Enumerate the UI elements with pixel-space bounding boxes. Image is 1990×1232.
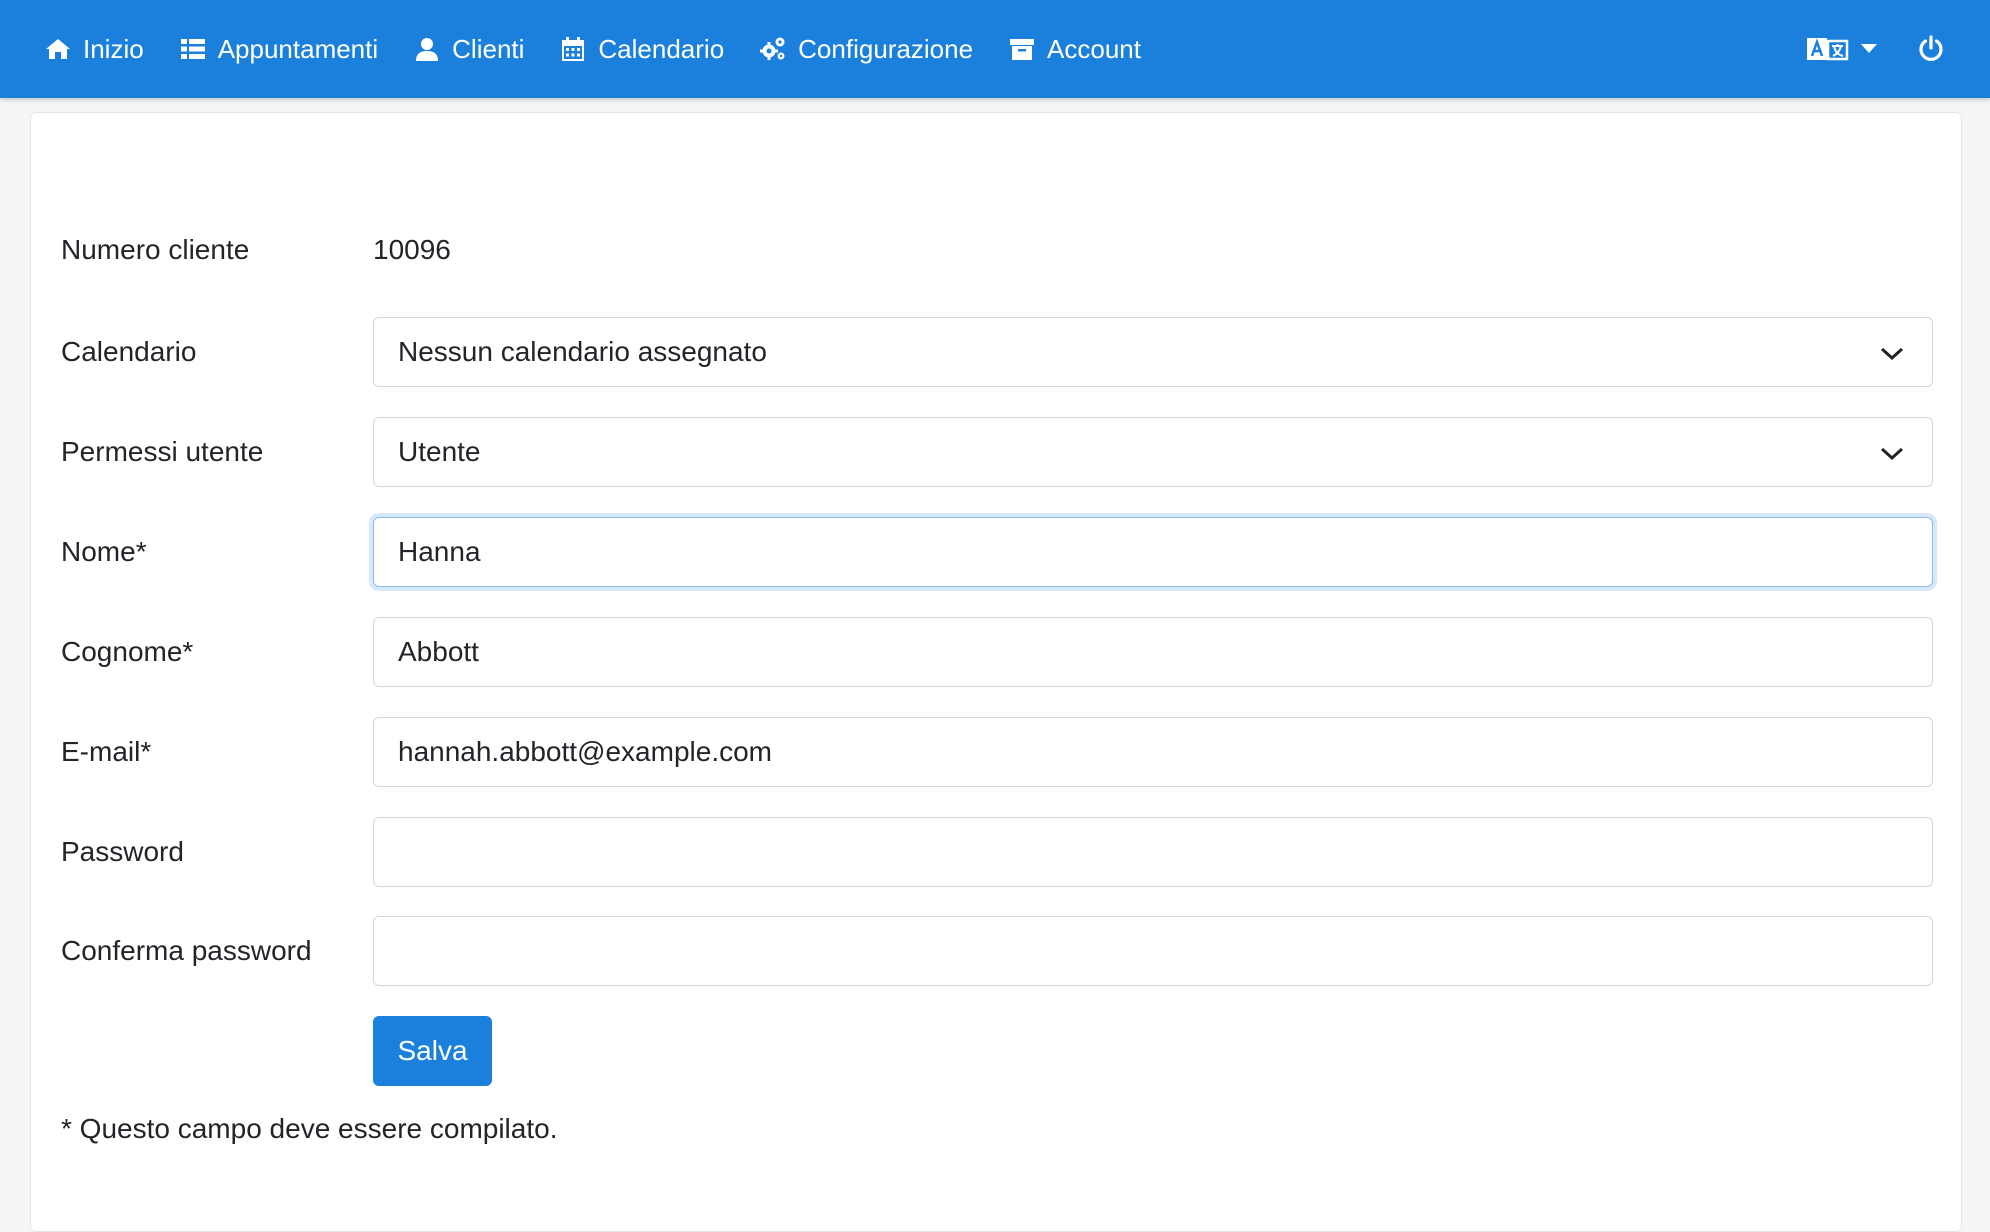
nav-item-label: Appuntamenti [217, 33, 379, 64]
required-fields-note: * Questo campo deve essere compilato. [61, 1113, 558, 1144]
confirm-password-row: Conferma password [61, 916, 1933, 986]
customer-number-label: Numero cliente [61, 234, 250, 265]
last-name-field[interactable] [373, 617, 1933, 687]
permissions-selected-value: Utente [398, 436, 481, 467]
nav-item-label: Configurazione [798, 33, 974, 64]
email-row: E-mail* [61, 717, 1933, 787]
user-icon [416, 38, 439, 61]
cogs-icon [760, 37, 785, 60]
email-field[interactable] [373, 717, 1933, 787]
customer-number-row: Numero cliente 10096 [61, 215, 1933, 285]
confirm-password-field[interactable] [373, 916, 1933, 986]
nav-item-label: Clienti [452, 33, 525, 64]
nav-item-appuntamenti[interactable]: Appuntamenti [180, 0, 378, 98]
password-input[interactable] [398, 818, 1908, 886]
last-name-label: Cognome* [61, 636, 194, 667]
save-button[interactable]: Salva [373, 1016, 492, 1086]
customer-form-card: Numero cliente 10096 Calendario Nessun c… [30, 112, 1962, 1232]
password-label: Password [61, 836, 184, 867]
first-name-label: Nome* [61, 536, 147, 567]
permissions-select[interactable]: Utente [373, 417, 1933, 487]
chevron-down-icon [1880, 447, 1904, 461]
nav-right-group [1807, 0, 1945, 98]
calendar-row: Calendario Nessun calendario assegnato [61, 317, 1933, 387]
top-navbar: Inizio Appuntamenti Clienti Calendario C… [0, 0, 1990, 98]
calendar-icon [562, 37, 585, 61]
home-icon [46, 39, 70, 59]
list-icon [180, 39, 205, 59]
permissions-label: Permessi utente [61, 436, 264, 467]
confirm-password-label: Conferma password [61, 935, 312, 966]
language-icon [1807, 38, 1849, 61]
nav-item-label: Account [1047, 33, 1141, 64]
email-label: E-mail* [61, 736, 152, 767]
last-name-row: Cognome* [61, 617, 1933, 687]
first-name-row: Nome* [61, 517, 1933, 587]
nav-item-inizio[interactable]: Inizio [45, 0, 144, 98]
nav-item-configurazione[interactable]: Configurazione [760, 0, 973, 98]
language-dropdown[interactable] [1807, 37, 1877, 61]
customer-number-value: 10096 [373, 234, 451, 265]
password-field[interactable] [373, 817, 1933, 887]
archive-icon [1010, 39, 1035, 60]
nav-item-clienti[interactable]: Clienti [414, 0, 524, 98]
caret-down-icon [1861, 44, 1877, 53]
calendar-label: Calendario [61, 336, 197, 367]
first-name-input[interactable] [398, 518, 1908, 586]
nav-item-label: Calendario [598, 33, 725, 64]
first-name-field[interactable] [373, 517, 1933, 587]
permissions-row: Permessi utente Utente [61, 417, 1933, 487]
confirm-password-input[interactable] [398, 917, 1908, 985]
nav-item-label: Inizio [83, 33, 144, 64]
calendar-select[interactable]: Nessun calendario assegnato [373, 317, 1933, 387]
nav-item-calendario[interactable]: Calendario [560, 0, 724, 98]
password-row: Password [61, 817, 1933, 887]
logout-button[interactable] [1917, 35, 1945, 63]
nav-item-account[interactable]: Account [1009, 0, 1141, 98]
email-input[interactable] [398, 718, 1908, 786]
last-name-input[interactable] [398, 618, 1908, 686]
power-icon [1919, 35, 1943, 61]
chevron-down-icon [1880, 347, 1904, 361]
calendar-selected-value: Nessun calendario assegnato [398, 336, 767, 367]
